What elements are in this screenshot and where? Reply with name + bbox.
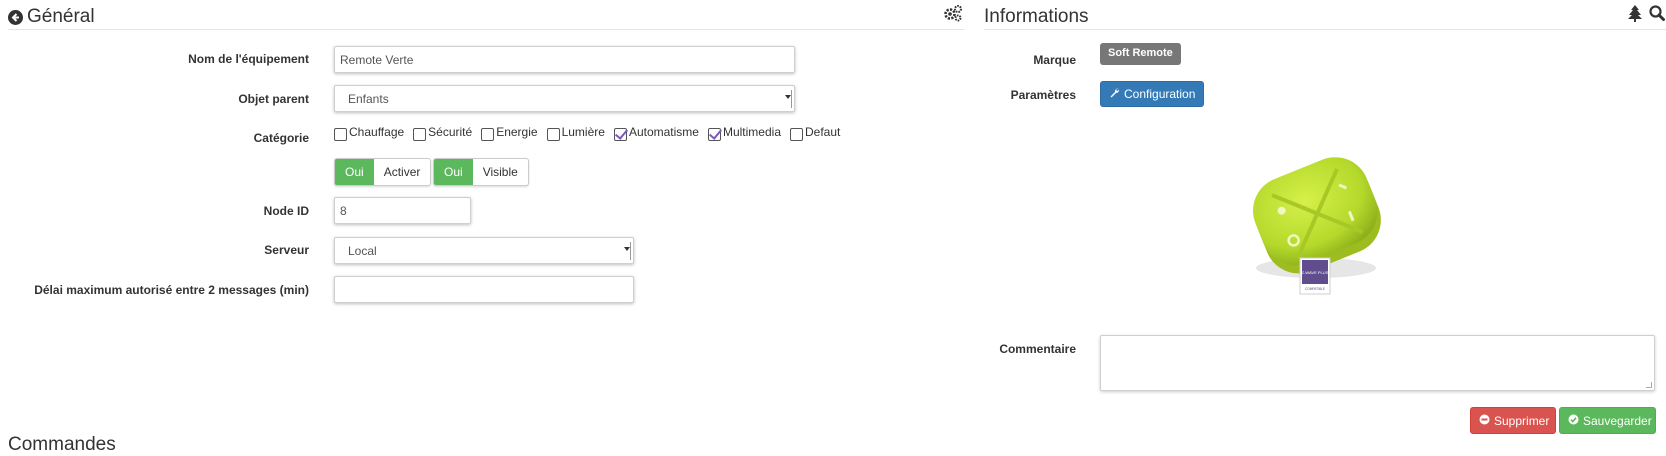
checkbox-defaut[interactable]	[790, 127, 803, 141]
category-chauffage[interactable]: Chauffage	[334, 125, 405, 141]
node-id-input[interactable]: 8	[334, 197, 471, 224]
category-automatisme-label: Automatisme	[628, 125, 699, 139]
category-defaut-label: Defaut	[805, 125, 841, 139]
supprimer-button-label: Supprimer	[1494, 413, 1550, 428]
select-divider	[791, 90, 792, 108]
category-defaut[interactable]: Defaut	[790, 125, 841, 141]
nom-input[interactable]: Remote Verte	[334, 46, 795, 73]
informations-header-icons	[1627, 4, 1665, 27]
informations-title: Informations	[984, 6, 1089, 27]
serveur-select[interactable]: Local	[334, 237, 634, 264]
checkbox-multimedia[interactable]	[707, 127, 721, 141]
checkbox-automatisme[interactable]	[613, 127, 627, 141]
marque-label: Marque	[1033, 53, 1076, 67]
marque-badge: Soft Remote	[1100, 43, 1181, 65]
delai-input[interactable]	[334, 276, 634, 303]
sauvegarder-button-label: Sauvegarder	[1583, 413, 1652, 428]
commentaire-textarea[interactable]	[1100, 335, 1655, 391]
category-checkboxes: Chauffage Sécurité Energie Lumière Autom…	[334, 125, 849, 141]
visible-toggle[interactable]: Oui Visible	[433, 158, 529, 186]
search-icon[interactable]	[1649, 4, 1665, 27]
configuration-button-label: Configuration	[1124, 87, 1196, 101]
category-energie-label: Energie	[496, 125, 538, 139]
select-divider	[630, 242, 631, 260]
node-id-label: Node ID	[263, 204, 309, 218]
remote-image: Z-WAVE PLUS COMPATIBLE	[1253, 157, 1381, 295]
checkbox-energie[interactable]	[481, 127, 495, 141]
general-title: Général	[8, 6, 95, 28]
objet-parent-value: Enfants	[348, 92, 389, 106]
category-lumiere[interactable]: Lumière	[546, 125, 605, 141]
delai-label: Délai maximum autorisé entre 2 messages …	[34, 283, 309, 297]
wrench-icon	[1109, 87, 1120, 101]
objet-parent-select[interactable]: Enfants	[334, 85, 795, 112]
serveur-label: Serveur	[264, 243, 309, 257]
categorie-label: Catégorie	[253, 131, 309, 145]
supprimer-button[interactable]: Supprimer	[1470, 407, 1556, 434]
activer-toggle[interactable]: Oui Activer	[334, 158, 432, 186]
circle-arrow-left-icon[interactable]	[8, 9, 23, 25]
activer-label[interactable]: Activer	[374, 159, 431, 185]
informations-panel-header: Informations	[984, 0, 1666, 30]
category-securite[interactable]: Sécurité	[413, 125, 473, 141]
resize-handle[interactable]	[1646, 382, 1652, 388]
checkbox-securite[interactable]	[413, 127, 427, 141]
configuration-button[interactable]: Configuration	[1100, 81, 1205, 107]
general-header-icons	[943, 4, 963, 27]
objet-parent-label: Objet parent	[238, 92, 309, 106]
tree-icon[interactable]	[1627, 4, 1643, 27]
gears-icon[interactable]	[943, 4, 963, 27]
check-circle-icon	[1568, 414, 1579, 428]
category-multimedia[interactable]: Multimedia	[707, 125, 781, 141]
category-multimedia-label: Multimedia	[722, 125, 781, 139]
activer-on[interactable]: Oui	[335, 159, 374, 185]
parametres-label: Paramètres	[1010, 88, 1076, 102]
checkbox-chauffage[interactable]	[334, 127, 347, 141]
nom-label: Nom de l'équipement	[188, 52, 309, 66]
category-securite-label: Sécurité	[428, 125, 473, 139]
serveur-value: Local	[348, 244, 377, 258]
minus-circle-icon	[1479, 414, 1490, 428]
device-image: Z-WAVE PLUS COMPATIBLE	[1212, 118, 1420, 318]
sauvegarder-button[interactable]: Sauvegarder	[1559, 407, 1656, 434]
chevron-down-icon	[624, 247, 630, 251]
category-chauffage-label: Chauffage	[349, 125, 405, 139]
category-energie[interactable]: Energie	[481, 125, 538, 141]
general-title-text: Général	[27, 6, 95, 27]
general-panel-header: Général	[8, 0, 964, 30]
visible-label[interactable]: Visible	[473, 159, 528, 185]
zwave-badge-text: Z-WAVE PLUS	[1302, 270, 1329, 275]
chevron-down-icon	[785, 95, 791, 99]
checkbox-lumiere[interactable]	[546, 127, 560, 141]
category-automatisme[interactable]: Automatisme	[613, 125, 699, 141]
zwave-compatible-text: COMPATIBLE	[1305, 287, 1325, 291]
commandes-title: Commandes	[8, 434, 116, 455]
visible-on[interactable]: Oui	[434, 159, 473, 185]
commentaire-label: Commentaire	[999, 342, 1076, 356]
category-lumiere-label: Lumière	[561, 125, 605, 139]
